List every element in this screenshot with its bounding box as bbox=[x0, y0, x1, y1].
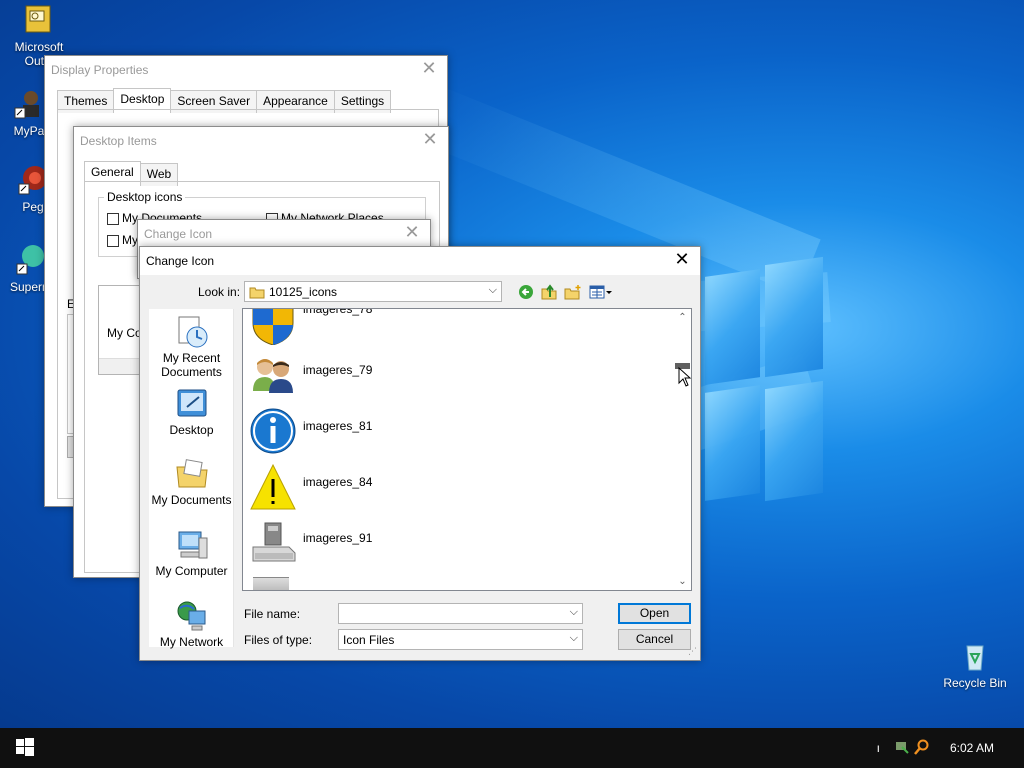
users-icon bbox=[249, 351, 297, 399]
place-label: Desktop bbox=[169, 423, 214, 437]
cancel-button[interactable]: Cancel bbox=[618, 629, 691, 650]
windows-start-icon bbox=[16, 737, 34, 759]
tray-text: ı bbox=[876, 741, 880, 755]
my-computer-icon bbox=[175, 528, 209, 562]
my-network-icon bbox=[175, 599, 209, 633]
file-item-imageres-84[interactable]: imageres_84 bbox=[249, 461, 372, 513]
change-icon-dialog[interactable]: Change Icon ✕ Look in: 10125_icons ⌵ My … bbox=[139, 246, 701, 661]
checkbox-label: My bbox=[122, 233, 138, 247]
place-label: My Network bbox=[159, 635, 224, 649]
place-my-computer[interactable]: My Computer bbox=[149, 528, 234, 578]
place-my-network[interactable]: My Network bbox=[149, 599, 234, 649]
file-item-imageres-78[interactable]: imageres_78 bbox=[249, 308, 373, 347]
file-name-input[interactable]: ⌵ bbox=[338, 603, 583, 624]
close-button[interactable]: ✕ bbox=[674, 249, 690, 269]
chevron-down-icon: ⌵ bbox=[488, 284, 497, 296]
close-button[interactable]: ✕ bbox=[404, 222, 420, 242]
tab-desktop[interactable]: Desktop bbox=[113, 88, 172, 111]
desktop-icon-recycle-bin[interactable]: Recycle Bin bbox=[938, 640, 1012, 690]
open-button[interactable]: Open bbox=[618, 603, 691, 624]
folder-icon bbox=[249, 285, 265, 302]
checkbox-my[interactable]: My bbox=[107, 233, 138, 247]
resize-grip-icon[interactable]: ⋰ bbox=[688, 646, 697, 657]
file-name-label: imageres_84 bbox=[303, 475, 373, 489]
taskbar: ı 6:02 AM bbox=[0, 728, 1024, 768]
file-list[interactable]: imageres_78 imageres_79 imageres_81 imag… bbox=[242, 308, 692, 591]
group-label: Desktop icons bbox=[104, 190, 186, 204]
my-documents-icon bbox=[175, 457, 209, 491]
app-icon bbox=[15, 244, 47, 276]
desktop-icon-label: Recycle Bin bbox=[943, 676, 1007, 690]
scroll-down-arrow[interactable]: ⌄ bbox=[674, 573, 691, 590]
back-icon[interactable] bbox=[518, 284, 534, 303]
files-of-type-label: Files of type: bbox=[244, 633, 313, 647]
start-button[interactable] bbox=[0, 728, 50, 768]
checkbox-box[interactable] bbox=[107, 212, 119, 225]
file-item-partial[interactable] bbox=[253, 577, 289, 590]
drive-icon bbox=[249, 519, 297, 567]
outlook-icon bbox=[23, 4, 55, 36]
file-item-imageres-91[interactable]: imageres_91 bbox=[249, 517, 372, 569]
places-bar: My Recent Documents Desktop My Documents… bbox=[149, 309, 234, 649]
clock[interactable]: 6:02 AM bbox=[950, 741, 994, 755]
file-name-label: imageres_91 bbox=[303, 531, 373, 545]
close-button[interactable]: ✕ bbox=[422, 129, 438, 149]
icon-partial-label: My Co bbox=[107, 326, 142, 340]
place-my-documents[interactable]: My Documents bbox=[149, 457, 234, 507]
look-in-value: 10125_icons bbox=[269, 285, 338, 299]
new-folder-icon[interactable] bbox=[564, 284, 582, 303]
vertical-scrollbar[interactable]: ⌃ ⌄ bbox=[674, 309, 691, 590]
up-folder-icon[interactable] bbox=[541, 284, 557, 303]
place-label: My Documents bbox=[151, 493, 232, 507]
close-button[interactable]: ✕ bbox=[421, 58, 437, 78]
dialog-title: Change Icon bbox=[146, 254, 215, 268]
system-tray: ı 6:02 AM bbox=[877, 728, 1024, 768]
file-item-imageres-79[interactable]: imageres_79 bbox=[249, 349, 372, 401]
desktop-icon bbox=[175, 387, 209, 421]
place-label: My Recent Documents bbox=[161, 351, 222, 379]
search-tray-icon[interactable] bbox=[914, 739, 930, 758]
chevron-down-icon: ⌵ bbox=[569, 606, 578, 618]
look-in-dropdown[interactable]: 10125_icons ⌵ bbox=[244, 281, 502, 302]
place-desktop[interactable]: Desktop bbox=[149, 387, 234, 437]
look-in-label: Look in: bbox=[198, 285, 241, 299]
files-of-type-value: Icon Files bbox=[343, 633, 395, 647]
file-name-label: imageres_78 bbox=[303, 308, 373, 316]
scroll-up-arrow[interactable]: ⌃ bbox=[674, 309, 691, 326]
person-icon bbox=[13, 88, 45, 120]
file-name-label: imageres_81 bbox=[303, 419, 373, 433]
network-tray-icon[interactable] bbox=[894, 739, 910, 758]
window-title: Desktop Items bbox=[80, 134, 157, 148]
place-my-recent-documents[interactable]: My Recent Documents bbox=[149, 315, 234, 379]
file-name-label: imageres_79 bbox=[303, 363, 373, 377]
window-title: Display Properties bbox=[51, 63, 149, 77]
windows-logo-graphic bbox=[705, 255, 825, 515]
view-menu-icon[interactable] bbox=[589, 284, 613, 303]
window-title: Change Icon bbox=[144, 227, 213, 241]
recent-documents-icon bbox=[175, 315, 209, 349]
mouse-cursor bbox=[678, 366, 692, 390]
chevron-down-icon: ⌵ bbox=[569, 632, 578, 644]
recycle-bin-icon bbox=[959, 640, 991, 672]
info-icon bbox=[249, 407, 297, 455]
place-label: My Computer bbox=[155, 564, 228, 578]
shield-icon bbox=[249, 309, 297, 346]
file-name-label: File name: bbox=[244, 607, 301, 621]
checkbox-box[interactable] bbox=[107, 234, 119, 247]
warning-icon bbox=[249, 463, 297, 511]
files-of-type-dropdown[interactable]: Icon Files ⌵ bbox=[338, 629, 583, 650]
file-item-imageres-81[interactable]: imageres_81 bbox=[249, 405, 372, 457]
